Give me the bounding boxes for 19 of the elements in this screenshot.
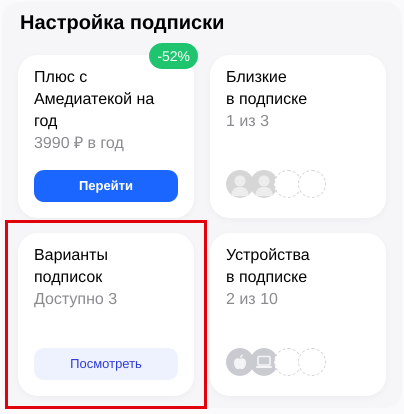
- card-title: Устройства в подписке: [226, 246, 311, 288]
- card-subtitle: Доступно 3: [34, 290, 118, 310]
- card-title: Плюс с Амедиатекой на год: [34, 68, 156, 132]
- card[interactable]: Близкие в подписке 1 из 3: [210, 55, 386, 218]
- card-subtitle: 2 из 10: [226, 290, 279, 310]
- person-icon: [226, 170, 254, 198]
- card[interactable]: Варианты подписок Доступно 3 Посмотреть: [18, 233, 194, 396]
- card-subtitle: 3990 ₽ в год: [34, 134, 125, 154]
- go-button[interactable]: Перейти: [34, 170, 178, 202]
- discount-badge: -52%: [149, 43, 198, 69]
- laptop-icon: [250, 348, 278, 376]
- card-title: Варианты подписок: [34, 246, 109, 288]
- view-button[interactable]: Посмотреть: [34, 348, 178, 380]
- card-subtitle: 1 из 3: [226, 112, 270, 132]
- card-title: Близкие в подписке: [226, 68, 308, 110]
- card[interactable]: Устройства в подписке 2 из 10: [210, 233, 386, 396]
- person-icon: [250, 170, 278, 198]
- apple-icon: [226, 348, 254, 376]
- page-title: Настройка подписки: [20, 11, 226, 36]
